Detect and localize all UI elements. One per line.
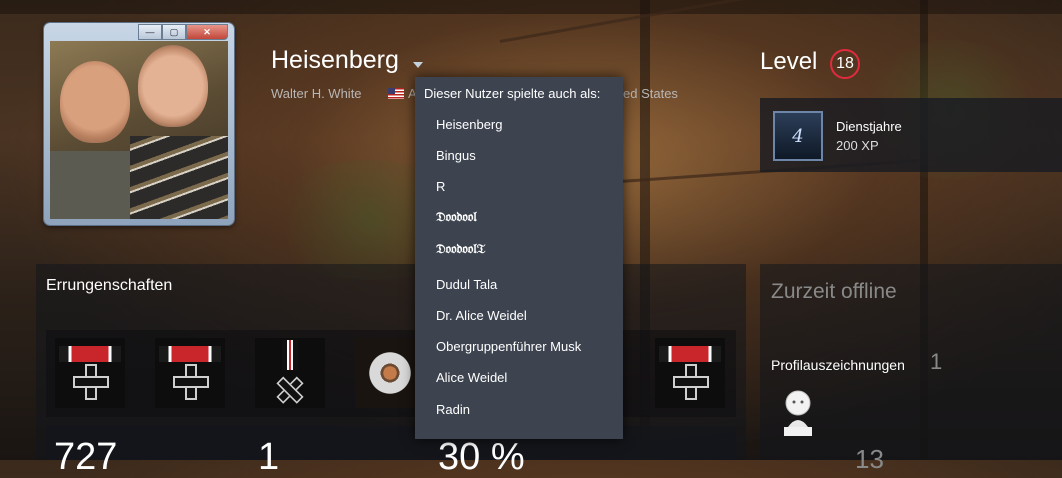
- location-text-end: ed States: [623, 86, 678, 101]
- oak-leaves-cross-badge[interactable]: [155, 338, 225, 408]
- alias-item[interactable]: 𝔇𝔬𝔬𝔡𝔬𝔬𝔩𝔗: [436, 242, 485, 257]
- war-merit-cross-badge[interactable]: [255, 338, 325, 408]
- iron-cross-icon: [73, 364, 109, 400]
- completion-rate: 30 %: [438, 436, 525, 478]
- avatar-figure-right: [138, 45, 208, 127]
- maximize-icon[interactable]: ▢: [162, 24, 186, 40]
- alias-item[interactable]: Alice Weidel: [436, 370, 507, 385]
- badge-ribbon: [59, 346, 121, 362]
- profile-name[interactable]: Heisenberg: [271, 46, 399, 75]
- profile-awards-count: 1: [930, 349, 943, 374]
- merit-cross-icon: [271, 370, 309, 408]
- chevron-down-icon[interactable]: [413, 62, 423, 68]
- alias-item[interactable]: Radin: [436, 402, 470, 417]
- years-of-service-xp: 200 XP: [836, 138, 879, 153]
- badge-ribbon: [659, 346, 721, 362]
- achievements-count: 727: [54, 436, 118, 478]
- window-controls: — ▢ ✕: [138, 24, 228, 40]
- achievement-stats-panel: [46, 426, 736, 460]
- secondary-count: 13: [855, 444, 884, 474]
- level-label: Level: [760, 48, 818, 75]
- avatar-figure-left: [60, 61, 130, 143]
- perfect-games-count: 1: [258, 436, 280, 478]
- background-beam: [0, 0, 1062, 14]
- alias-dropdown-header: Dieser Nutzer spielte auch als:: [424, 86, 601, 101]
- avatar[interactable]: [50, 41, 228, 219]
- iron-cross-icon: [173, 364, 209, 400]
- iron-cross-badge-right[interactable]: [655, 338, 725, 408]
- us-flag-icon: [388, 88, 404, 99]
- badge-ribbon: [159, 346, 221, 362]
- badge-ribbon: [282, 340, 298, 370]
- real-name: Walter H. White: [271, 86, 362, 101]
- achievements-title[interactable]: Errungenschaften: [46, 277, 172, 295]
- iron-cross-icon: [673, 364, 709, 400]
- iron-cross-badge[interactable]: [55, 338, 125, 408]
- close-icon[interactable]: ✕: [186, 24, 228, 40]
- online-status: Zurzeit offline: [771, 280, 897, 303]
- alias-item[interactable]: Dr. Alice Weidel: [436, 308, 527, 323]
- alias-item[interactable]: Dudul Tala: [436, 277, 497, 292]
- avatar-shirt-right: [130, 136, 228, 219]
- bust-award-icon[interactable]: [778, 383, 818, 438]
- minimize-icon[interactable]: —: [138, 24, 162, 40]
- profile-awards-label[interactable]: Profilauszeichnungen: [771, 357, 905, 373]
- years-of-service-title: Dienstjahre: [836, 119, 902, 134]
- level-badge: 18: [830, 49, 860, 79]
- alias-item[interactable]: Bingus: [436, 148, 476, 163]
- alias-item[interactable]: R: [436, 179, 445, 194]
- alias-item[interactable]: Obergruppenführer Musk: [436, 339, 581, 354]
- star-medal-icon: [366, 349, 414, 397]
- avatar-window[interactable]: — ▢ ✕: [44, 23, 234, 225]
- alias-item[interactable]: Heisenberg: [436, 117, 503, 132]
- years-of-service-icon: 4: [773, 111, 823, 161]
- alias-item[interactable]: 𝔇𝔬𝔬𝔡𝔬𝔬𝔩: [436, 210, 477, 225]
